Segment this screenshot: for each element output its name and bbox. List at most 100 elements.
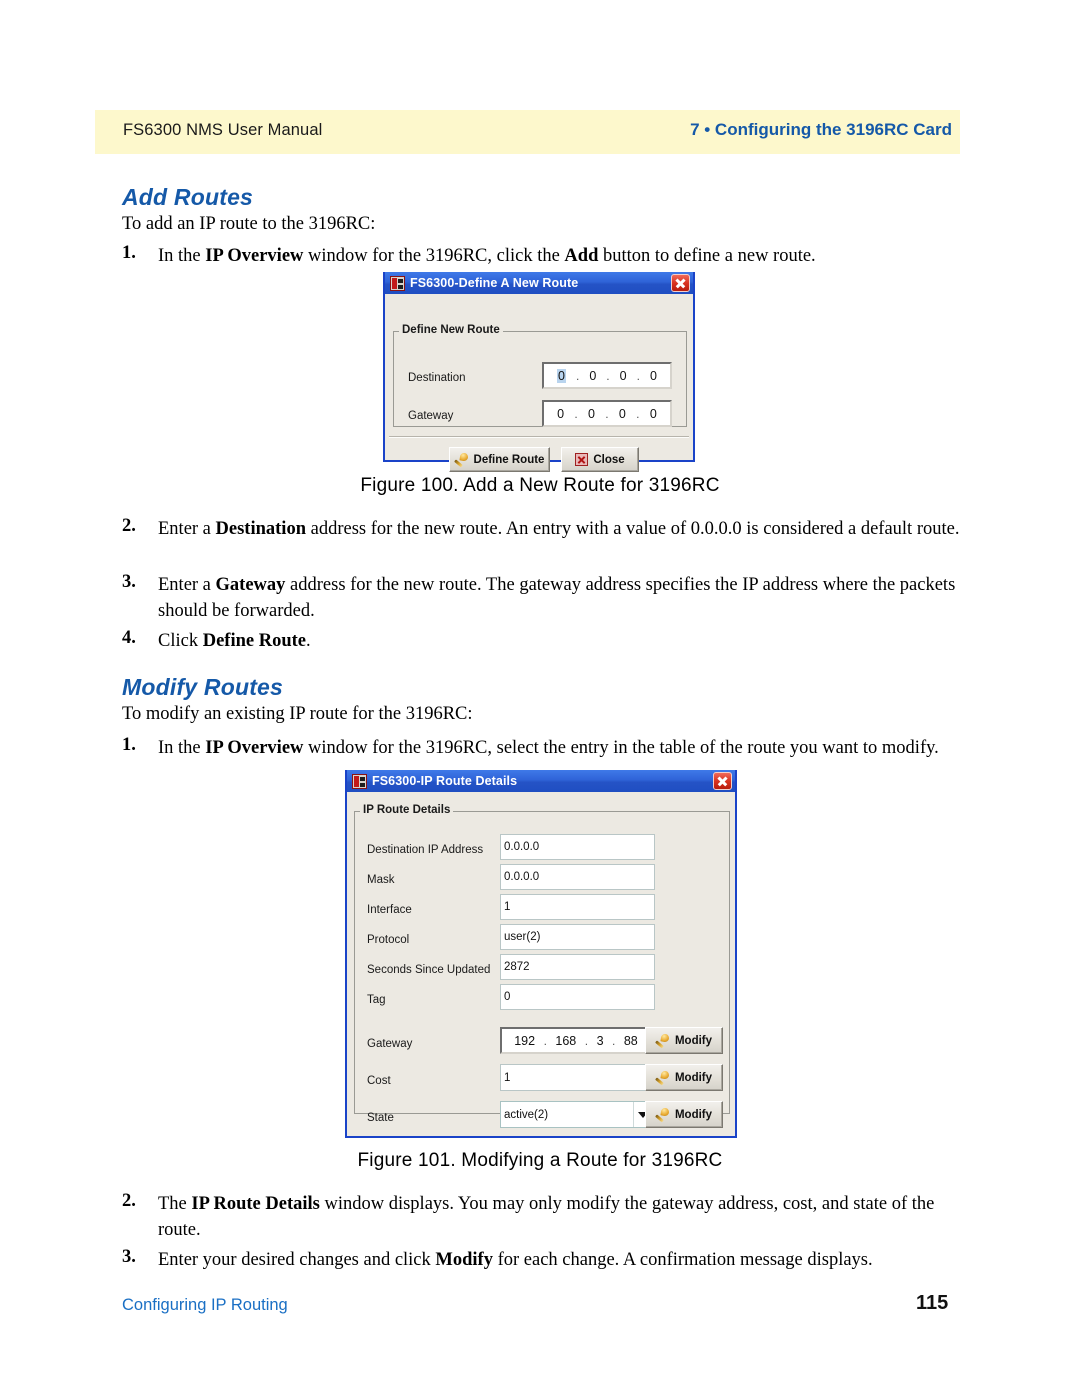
modify-state-button-label: Modify [674, 1108, 713, 1121]
footer-page-number: 115 [916, 1292, 949, 1314]
red-x-icon [575, 453, 589, 466]
label-interface: Interface [367, 904, 412, 916]
gateway-dot-1: . [543, 1033, 547, 1048]
add-routes-step4-number: 4. [122, 628, 136, 648]
mask-value: 0.0.0.0 [504, 871, 540, 883]
label-gateway: Gateway [367, 1038, 413, 1050]
page-header-banner: FS6300 NMS User Manual 7 • Configuring t… [95, 110, 960, 154]
close-button[interactable]: Close [561, 447, 639, 472]
modify-gateway-button-label: Modify [674, 1034, 713, 1047]
define-route-button[interactable]: Define Route [449, 447, 550, 472]
key-icon [656, 1071, 670, 1085]
header-manual-title: FS6300 NMS User Manual [123, 121, 323, 139]
gateway-octet-1[interactable]: 0 [557, 407, 564, 421]
mask-field[interactable]: 0.0.0.0 [500, 864, 655, 890]
protocol-field[interactable]: user(2) [500, 924, 655, 950]
gateway-dot-3: . [612, 1033, 616, 1048]
gateway-octet-2[interactable]: 0 [588, 407, 595, 421]
dialog1-button-separator [389, 436, 689, 438]
key-icon [656, 1034, 670, 1048]
add-routes-step4-text: Click Define Route. [158, 631, 311, 651]
gateway-dot-3: . [636, 406, 640, 421]
label-cost: Cost [367, 1075, 391, 1087]
gateway-octet-3[interactable]: 0 [619, 407, 626, 421]
modify-cost-button[interactable]: Modify [645, 1064, 723, 1091]
dialog1-body: Define New Route Destination 0 . 0 . 0 .… [385, 294, 693, 472]
cost-value: 1 [504, 1071, 511, 1084]
heading-modify-routes: Modify Routes [122, 674, 284, 700]
dialog-define-new-route[interactable]: FS6300-Define A New Route Define New Rou… [383, 272, 695, 472]
gateway-dot-1: . [574, 406, 578, 421]
destination-octet-1[interactable]: 0 [557, 368, 566, 383]
gateway-dot-2: . [605, 406, 609, 421]
label-state: State [367, 1112, 394, 1124]
close-icon[interactable] [713, 772, 732, 790]
fs6300-app-icon [352, 773, 367, 789]
add-routes-intro: To add an IP route to the 3196RC: [122, 214, 376, 234]
destination-ip-address-field[interactable]: 0.0.0.0 [500, 834, 655, 860]
interface-value: 1 [504, 901, 511, 913]
seconds-since-updated-field[interactable]: 2872 [500, 954, 655, 980]
seconds-since-updated-value: 2872 [504, 961, 530, 973]
protocol-value: user(2) [504, 931, 541, 943]
destination-dot-3: . [636, 368, 640, 383]
tag-field[interactable]: 0 [500, 984, 655, 1010]
interface-field[interactable]: 1 [500, 894, 655, 920]
modify-state-button[interactable]: Modify [645, 1101, 723, 1128]
footer-section-label: Configuring IP Routing [122, 1296, 288, 1314]
gateway-octet-4[interactable]: 0 [650, 407, 657, 421]
label-destination-ip-address: Destination IP Address [367, 844, 484, 856]
key-icon [656, 1108, 670, 1122]
dialog2-title-text: FS6300-IP Route Details [372, 774, 518, 788]
modify-gateway-button[interactable]: Modify [645, 1027, 723, 1054]
add-routes-step2-number: 2. [122, 516, 136, 536]
gateway-octet-1[interactable]: 192 [514, 1034, 535, 1048]
label-destination: Destination [408, 372, 466, 384]
close-button-label: Close [593, 453, 625, 466]
groupbox-ip-route-details-legend: IP Route Details [360, 804, 454, 816]
close-icon[interactable] [671, 274, 690, 292]
gateway-ip-input[interactable]: 192 . 168 . 3 . 88 [500, 1027, 652, 1054]
dialog2-titlebar[interactable]: FS6300-IP Route Details [347, 770, 735, 792]
gateway-octet-4[interactable]: 88 [624, 1034, 638, 1048]
groupbox-define-new-route-legend: Define New Route [399, 324, 503, 336]
modify-routes-step3-text: Enter your desired changes and click Mod… [158, 1250, 873, 1270]
modify-routes-step1-number: 1. [122, 735, 136, 755]
destination-ip-address-value: 0.0.0.0 [504, 841, 540, 853]
header-chapter-title: 7 • Configuring the 3196RC Card [690, 120, 952, 139]
gateway-octet-3[interactable]: 3 [597, 1034, 604, 1048]
state-combobox[interactable]: active(2) [500, 1101, 652, 1128]
gateway-ip-input[interactable]: 0 . 0 . 0 . 0 [542, 400, 672, 427]
destination-ip-input[interactable]: 0 . 0 . 0 . 0 [542, 362, 672, 389]
destination-octet-3[interactable]: 0 [620, 369, 627, 383]
modify-routes-intro: To modify an existing IP route for the 3… [122, 704, 473, 724]
label-gateway: Gateway [408, 410, 454, 422]
define-route-button-label: Define Route [473, 453, 545, 466]
figure-101-caption: Figure 101. Modifying a Route for 3196RC [357, 1150, 723, 1171]
add-routes-step1-number: 1. [122, 243, 136, 263]
modify-routes-step2-text: The IP Route Details window displays. Yo… [158, 1194, 935, 1241]
heading-add-routes: Add Routes [122, 184, 254, 210]
modify-cost-button-label: Modify [674, 1071, 713, 1084]
add-routes-step3-number: 3. [122, 572, 136, 592]
dialog2-body: IP Route Details Destination IP Address … [347, 792, 735, 1136]
modify-routes-step3-number: 3. [122, 1247, 136, 1267]
destination-dot-1: . [575, 368, 580, 383]
label-tag: Tag [367, 994, 386, 1006]
cost-field[interactable]: 1 [500, 1064, 652, 1091]
figure-100-caption: Figure 100. Add a New Route for 3196RC [360, 475, 720, 496]
tag-value: 0 [504, 991, 511, 1003]
dialog-ip-route-details[interactable]: FS6300-IP Route Details IP Route Details… [345, 770, 737, 1138]
modify-routes-step2-number: 2. [122, 1191, 136, 1211]
destination-octet-4[interactable]: 0 [650, 369, 657, 383]
dialog1-title-text: FS6300-Define A New Route [410, 276, 579, 290]
add-routes-step1-text: In the IP Overview window for the 3196RC… [158, 246, 816, 266]
fs6300-app-icon [390, 275, 405, 291]
label-mask: Mask [367, 874, 395, 886]
destination-octet-2[interactable]: 0 [589, 369, 596, 383]
gateway-octet-2[interactable]: 168 [555, 1034, 576, 1048]
destination-dot-2: . [606, 368, 610, 383]
add-routes-step2-text: Enter a Destination address for the new … [158, 519, 960, 539]
modify-routes-step1-text: In the IP Overview window for the 3196RC… [158, 738, 939, 758]
dialog1-titlebar[interactable]: FS6300-Define A New Route [385, 272, 693, 294]
